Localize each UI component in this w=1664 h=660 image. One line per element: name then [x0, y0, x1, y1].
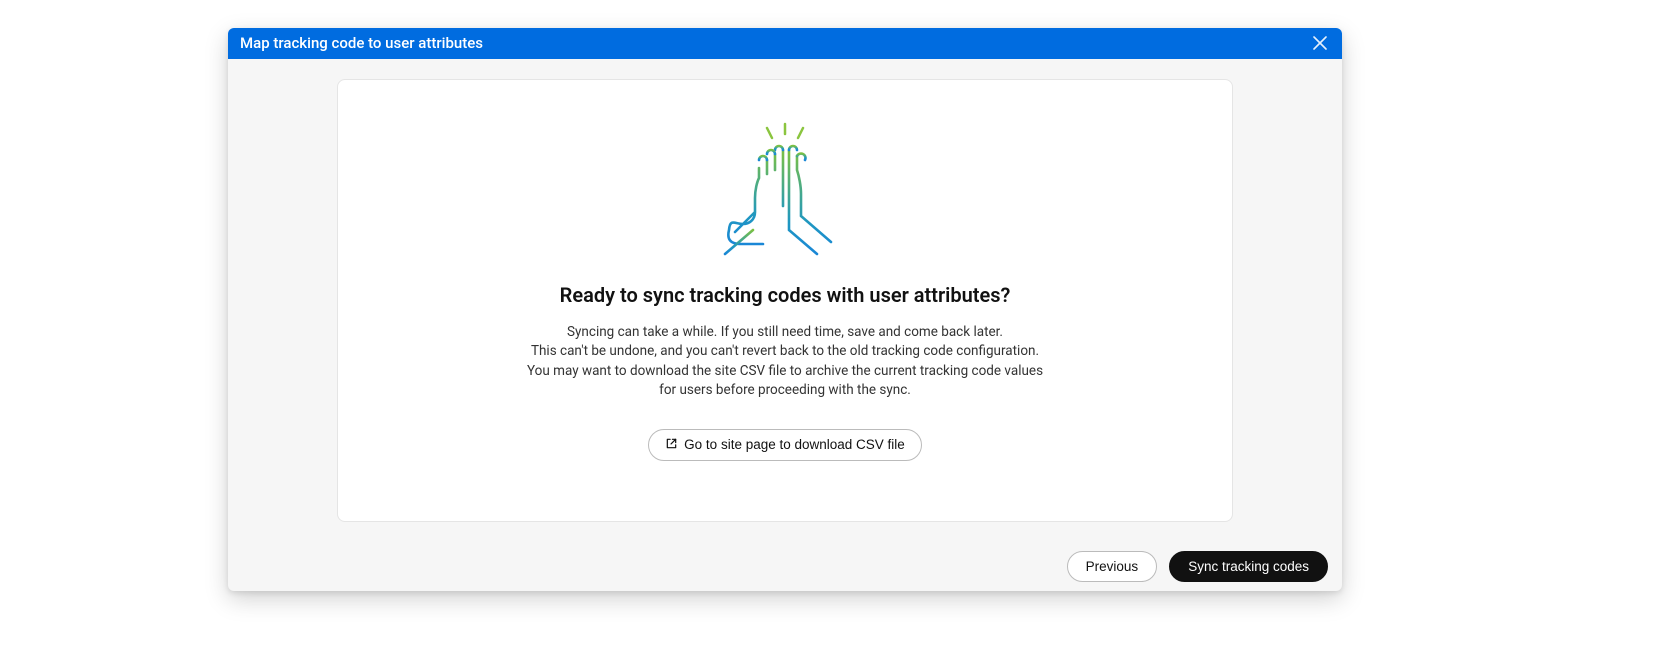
previous-button[interactable]: Previous	[1067, 551, 1158, 582]
highfive-icon	[705, 120, 865, 265]
modal-titlebar: Map tracking code to user attributes	[228, 28, 1342, 59]
modal-description: Syncing can take a while. If you still n…	[525, 323, 1045, 401]
desc-line-2: This can't be undone, and you can't reve…	[525, 342, 1045, 362]
download-csv-label: Go to site page to download CSV file	[684, 437, 905, 452]
external-link-icon	[665, 437, 678, 453]
modal-body: Ready to sync tracking codes with user a…	[228, 59, 1342, 542]
desc-line-3: You may want to download the site CSV fi…	[525, 362, 1045, 401]
content-card: Ready to sync tracking codes with user a…	[337, 79, 1233, 522]
modal-footer: Previous Sync tracking codes	[228, 542, 1342, 591]
download-csv-button[interactable]: Go to site page to download CSV file	[648, 429, 922, 461]
sync-button[interactable]: Sync tracking codes	[1169, 551, 1328, 582]
close-icon[interactable]	[1310, 33, 1330, 53]
modal-dialog: Map tracking code to user attributes	[228, 28, 1342, 591]
modal-heading: Ready to sync tracking codes with user a…	[560, 283, 1011, 307]
desc-line-1: Syncing can take a while. If you still n…	[525, 323, 1045, 343]
modal-title: Map tracking code to user attributes	[240, 34, 483, 52]
